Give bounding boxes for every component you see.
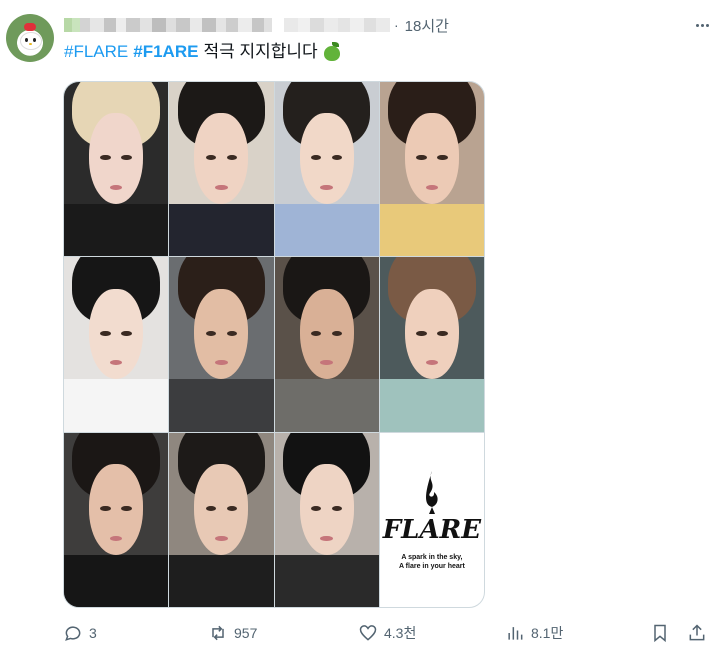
avatar[interactable] — [6, 14, 54, 62]
avatar-nose — [29, 43, 32, 45]
media-logo-card[interactable]: FLARE A spark in the sky, A flare in you… — [379, 432, 484, 607]
view-count: 8.1만 — [531, 625, 564, 641]
hashtag-link[interactable]: #FLARE — [64, 40, 128, 64]
analytics-icon — [508, 627, 523, 640]
more-icon[interactable] — [692, 15, 712, 35]
share-button[interactable] — [687, 620, 707, 646]
flame-logo-icon — [425, 470, 438, 514]
media-photo[interactable] — [169, 82, 274, 257]
reply-count: 3 — [89, 625, 97, 641]
repost-icon — [212, 625, 224, 641]
media-photo[interactable] — [169, 257, 274, 432]
views-button[interactable]: 8.1만 — [505, 620, 563, 646]
post-body-text: 적극 지지합니다 — [203, 42, 318, 61]
action-bar: 3 957 4.3천 8.1만 — [63, 620, 713, 646]
media-photo[interactable] — [169, 432, 274, 607]
media-photo[interactable] — [274, 257, 379, 432]
post-timestamp[interactable]: 18시간 — [405, 15, 449, 36]
media-photo[interactable] — [64, 432, 169, 607]
bookmark-icon — [654, 624, 666, 643]
avatar-eye — [25, 38, 28, 42]
username-redacted[interactable] — [64, 17, 390, 33]
separator-dot: · — [394, 17, 399, 33]
heart-icon — [359, 625, 377, 641]
comment-icon — [65, 626, 81, 641]
avatar-eye — [33, 38, 36, 42]
post-header: · 18시간 — [64, 14, 712, 36]
like-button[interactable]: 4.3천 — [358, 620, 416, 646]
post-text: #FLARE #F1ARE 적극 지지합니다 — [64, 40, 341, 64]
repost-button[interactable]: 957 — [208, 620, 257, 646]
media-photo[interactable] — [274, 432, 379, 607]
logo-tagline-line1: A spark in the sky, — [401, 553, 463, 561]
post-media-grid[interactable]: FLARE A spark in the sky, A flare in you… — [63, 81, 485, 608]
reply-button[interactable]: 3 — [63, 620, 97, 646]
logo-tagline-line2: A flare in your heart — [398, 562, 465, 570]
share-icon — [689, 624, 705, 641]
repost-count: 957 — [234, 625, 258, 641]
logo-tagline: A spark in the sky, A flare in your hear… — [399, 553, 465, 571]
avatar-bow — [24, 23, 36, 31]
like-count: 4.3천 — [384, 625, 417, 641]
hashtag-link[interactable]: #F1ARE — [133, 40, 198, 64]
media-photo[interactable] — [379, 82, 484, 257]
media-photo[interactable] — [64, 82, 169, 257]
avatar-face — [20, 32, 42, 50]
media-photo[interactable] — [379, 257, 484, 432]
media-photo[interactable] — [274, 82, 379, 257]
media-photo[interactable] — [64, 257, 169, 432]
bookmark-button[interactable] — [650, 620, 670, 646]
green-apple-icon — [323, 42, 341, 62]
logo-wordmark: FLARE — [382, 514, 482, 545]
